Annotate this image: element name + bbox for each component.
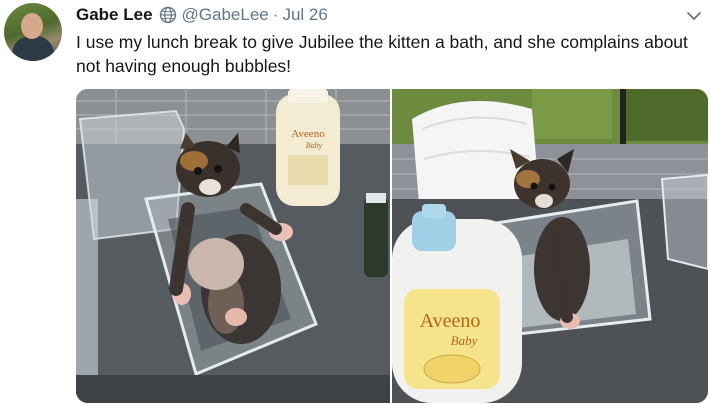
tweet-text: I use my lunch break to give Jubilee the… (76, 32, 688, 76)
separator-dot: · (272, 5, 279, 24)
tweet-header: Gabe Lee @GabeLee · Jul 26 (76, 4, 328, 26)
globe-icon (159, 6, 177, 24)
tweet[interactable]: Gabe Lee @GabeLee · Jul 26 I use my lunc… (0, 0, 710, 405)
chevron-down-icon[interactable] (686, 8, 702, 24)
bottle-sub-label-2: Baby (451, 333, 478, 348)
avatar[interactable] (4, 3, 62, 61)
tweet-date[interactable]: Jul 26 (282, 5, 327, 25)
bottle-brand-label: Aveeno (291, 128, 325, 140)
bottle-brand-label-2: Aveeno (420, 310, 481, 332)
bottle-sub-label: Baby (306, 141, 323, 150)
media-grid: Aveeno Baby Aveeno Baby (76, 89, 708, 403)
handle[interactable]: @GabeLee (182, 5, 269, 25)
display-name[interactable]: Gabe Lee (76, 5, 153, 25)
photo-kitten-bath-2[interactable]: Aveeno Baby (392, 89, 708, 403)
photo-kitten-bath-1[interactable]: Aveeno Baby (76, 89, 390, 403)
